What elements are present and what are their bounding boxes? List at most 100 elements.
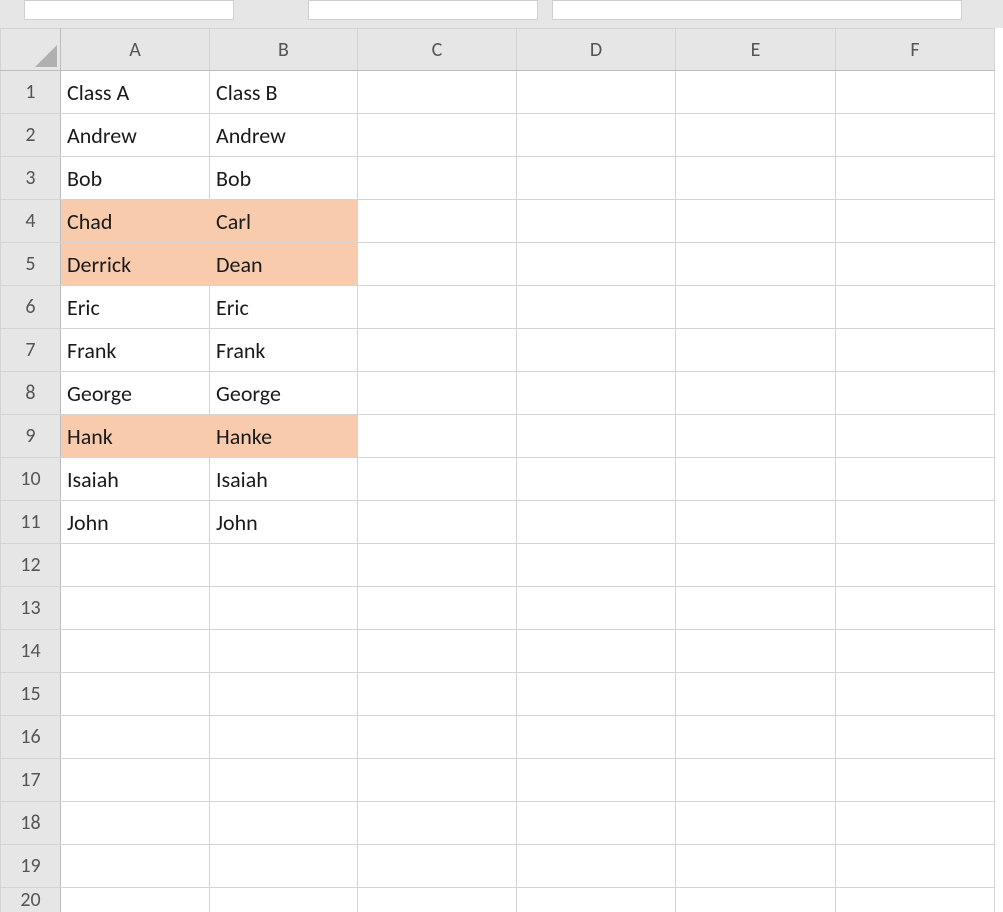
row-header-19[interactable]: 19 — [1, 845, 61, 888]
row-header-14[interactable]: 14 — [1, 630, 61, 673]
name-box[interactable] — [24, 0, 234, 20]
cell-D4[interactable] — [517, 200, 676, 243]
row-header-12[interactable]: 12 — [1, 544, 61, 587]
cell-F20[interactable] — [836, 888, 995, 912]
cell-C16[interactable] — [358, 716, 517, 759]
row-header-2[interactable]: 2 — [1, 114, 61, 157]
cell-D16[interactable] — [517, 716, 676, 759]
cell-E11[interactable] — [676, 501, 836, 544]
cell-C6[interactable] — [358, 286, 517, 329]
cell-A19[interactable] — [61, 845, 210, 888]
cell-F10[interactable] — [836, 458, 995, 501]
cell-C1[interactable] — [358, 71, 517, 114]
cell-C8[interactable] — [358, 372, 517, 415]
cell-F11[interactable] — [836, 501, 995, 544]
cell-B15[interactable] — [210, 673, 358, 716]
cell-F5[interactable] — [836, 243, 995, 286]
row-header-16[interactable]: 16 — [1, 716, 61, 759]
cell-B16[interactable] — [210, 716, 358, 759]
cell-D18[interactable] — [517, 802, 676, 845]
cell-D5[interactable] — [517, 243, 676, 286]
row-header-17[interactable]: 17 — [1, 759, 61, 802]
cell-E18[interactable] — [676, 802, 836, 845]
cell-C13[interactable] — [358, 587, 517, 630]
cell-A4[interactable]: Chad — [61, 200, 210, 243]
cell-A20[interactable] — [61, 888, 210, 912]
cell-D20[interactable] — [517, 888, 676, 912]
cell-B17[interactable] — [210, 759, 358, 802]
cell-F9[interactable] — [836, 415, 995, 458]
row-header-4[interactable]: 4 — [1, 200, 61, 243]
cell-C15[interactable] — [358, 673, 517, 716]
cell-D3[interactable] — [517, 157, 676, 200]
cell-B5[interactable]: Dean — [210, 243, 358, 286]
col-header-B[interactable]: B — [210, 29, 358, 71]
cell-B18[interactable] — [210, 802, 358, 845]
cell-B4[interactable]: Carl — [210, 200, 358, 243]
cell-D14[interactable] — [517, 630, 676, 673]
row-header-6[interactable]: 6 — [1, 286, 61, 329]
row-header-13[interactable]: 13 — [1, 587, 61, 630]
cell-B1[interactable]: Class B — [210, 71, 358, 114]
col-header-C[interactable]: C — [358, 29, 517, 71]
cell-F6[interactable] — [836, 286, 995, 329]
row-header-11[interactable]: 11 — [1, 501, 61, 544]
cell-E2[interactable] — [676, 114, 836, 157]
cell-E20[interactable] — [676, 888, 836, 912]
cell-E8[interactable] — [676, 372, 836, 415]
cell-E15[interactable] — [676, 673, 836, 716]
cell-C10[interactable] — [358, 458, 517, 501]
cell-E1[interactable] — [676, 71, 836, 114]
cell-F16[interactable] — [836, 716, 995, 759]
cell-F13[interactable] — [836, 587, 995, 630]
cell-D13[interactable] — [517, 587, 676, 630]
cell-D15[interactable] — [517, 673, 676, 716]
cell-B3[interactable]: Bob — [210, 157, 358, 200]
cell-C14[interactable] — [358, 630, 517, 673]
cell-A6[interactable]: Eric — [61, 286, 210, 329]
cell-B20[interactable] — [210, 888, 358, 912]
cell-C9[interactable] — [358, 415, 517, 458]
cell-E3[interactable] — [676, 157, 836, 200]
cell-B10[interactable]: Isaiah — [210, 458, 358, 501]
cell-B11[interactable]: John — [210, 501, 358, 544]
cell-A10[interactable]: Isaiah — [61, 458, 210, 501]
cell-D11[interactable] — [517, 501, 676, 544]
cell-F15[interactable] — [836, 673, 995, 716]
cell-F14[interactable] — [836, 630, 995, 673]
cell-C12[interactable] — [358, 544, 517, 587]
row-header-9[interactable]: 9 — [1, 415, 61, 458]
cell-F12[interactable] — [836, 544, 995, 587]
cell-D12[interactable] — [517, 544, 676, 587]
cell-B9[interactable]: Hanke — [210, 415, 358, 458]
cell-A11[interactable]: John — [61, 501, 210, 544]
cell-D17[interactable] — [517, 759, 676, 802]
col-header-E[interactable]: E — [676, 29, 836, 71]
select-all-corner[interactable] — [1, 29, 61, 71]
cell-B19[interactable] — [210, 845, 358, 888]
cell-B7[interactable]: Frank — [210, 329, 358, 372]
row-header-3[interactable]: 3 — [1, 157, 61, 200]
cell-C4[interactable] — [358, 200, 517, 243]
cell-F7[interactable] — [836, 329, 995, 372]
cell-F2[interactable] — [836, 114, 995, 157]
cell-C20[interactable] — [358, 888, 517, 912]
cell-D6[interactable] — [517, 286, 676, 329]
cell-A13[interactable] — [61, 587, 210, 630]
cell-B8[interactable]: George — [210, 372, 358, 415]
cell-A14[interactable] — [61, 630, 210, 673]
cell-E6[interactable] — [676, 286, 836, 329]
cell-F4[interactable] — [836, 200, 995, 243]
col-header-A[interactable]: A — [61, 29, 210, 71]
col-header-D[interactable]: D — [517, 29, 676, 71]
cell-E16[interactable] — [676, 716, 836, 759]
cell-B14[interactable] — [210, 630, 358, 673]
cell-D8[interactable] — [517, 372, 676, 415]
cell-A15[interactable] — [61, 673, 210, 716]
formula-bar[interactable] — [308, 0, 538, 20]
cell-B13[interactable] — [210, 587, 358, 630]
cell-E4[interactable] — [676, 200, 836, 243]
cell-A5[interactable]: Derrick — [61, 243, 210, 286]
col-header-F[interactable]: F — [836, 29, 995, 71]
cell-E13[interactable] — [676, 587, 836, 630]
